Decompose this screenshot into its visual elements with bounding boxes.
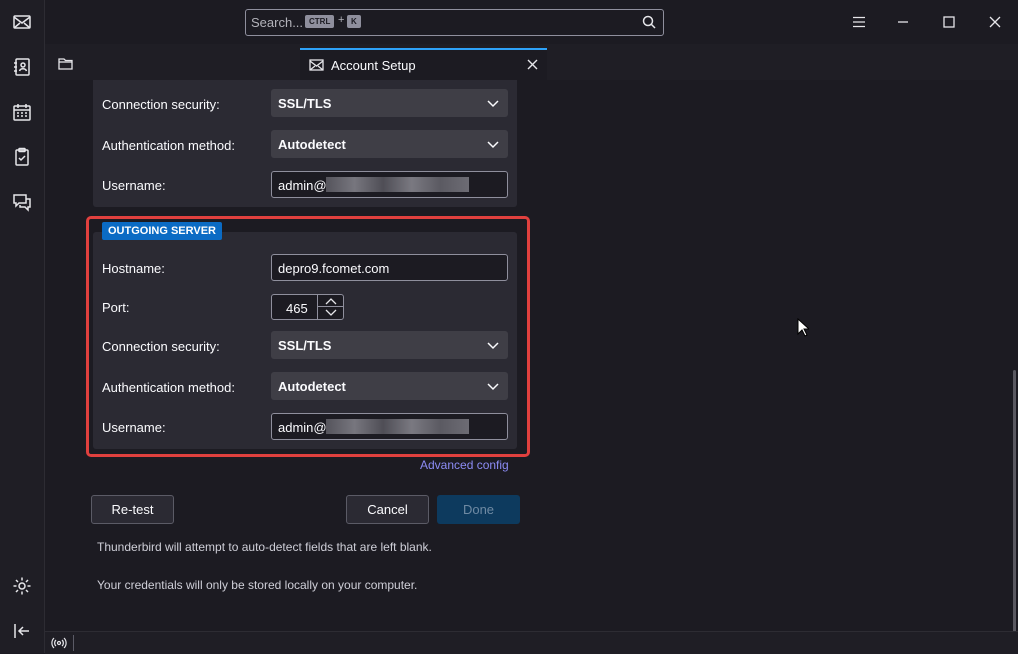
app-menu-icon[interactable] bbox=[845, 8, 873, 36]
tab-title: Account Setup bbox=[331, 58, 416, 73]
incoming-connection-security-select[interactable]: SSL/TLS bbox=[271, 89, 508, 117]
credentials-hint: Your credentials will only be stored loc… bbox=[97, 578, 418, 592]
incoming-username-field[interactable]: admin@ bbox=[271, 171, 508, 198]
calendar-icon[interactable] bbox=[8, 98, 36, 126]
mail-icon[interactable] bbox=[8, 8, 36, 36]
close-tab-icon[interactable] bbox=[527, 59, 538, 70]
outgoing-hostname-field[interactable]: depro9.fcomet.com bbox=[271, 254, 508, 281]
maximize-icon[interactable] bbox=[935, 8, 963, 36]
incoming-username-label: Username: bbox=[102, 178, 166, 193]
incoming-connection-security-label: Connection security: bbox=[102, 97, 220, 112]
retest-button[interactable]: Re-test bbox=[91, 495, 174, 524]
tasks-icon[interactable] bbox=[8, 143, 36, 171]
chevron-up-icon[interactable] bbox=[325, 297, 337, 305]
search-icon bbox=[642, 15, 656, 29]
outgoing-connection-security-label: Connection security: bbox=[102, 339, 220, 354]
outgoing-auth-method-value: Autodetect bbox=[278, 379, 346, 394]
outgoing-username-label: Username: bbox=[102, 420, 166, 435]
search-placeholder: Search... bbox=[251, 15, 304, 30]
outgoing-server-badge: OUTGOING SERVER bbox=[102, 222, 222, 240]
outgoing-auth-method-label: Authentication method: bbox=[102, 380, 235, 395]
minimize-icon[interactable] bbox=[889, 8, 917, 36]
shortcut-k-key: K bbox=[347, 15, 361, 28]
close-window-icon[interactable] bbox=[981, 8, 1009, 36]
redacted-blur bbox=[326, 419, 469, 434]
chevron-down-icon[interactable] bbox=[325, 309, 337, 317]
outgoing-auth-method-select[interactable]: Autodetect bbox=[271, 372, 508, 400]
advanced-config-link[interactable]: Advanced config bbox=[420, 458, 509, 472]
cancel-button[interactable]: Cancel bbox=[346, 495, 429, 524]
redacted-blur bbox=[326, 177, 469, 192]
shortcut-ctrl-key: CTRL bbox=[305, 15, 335, 28]
outgoing-connection-security-select[interactable]: SSL/TLS bbox=[271, 331, 508, 359]
port-spin-buttons bbox=[317, 295, 344, 319]
incoming-auth-method-label: Authentication method: bbox=[102, 138, 235, 153]
chevron-down-icon bbox=[487, 100, 499, 108]
autodetect-hint: Thunderbird will attempt to auto-detect … bbox=[97, 540, 432, 554]
incoming-connection-security-value: SSL/TLS bbox=[278, 96, 332, 111]
folder-tab-icon[interactable] bbox=[58, 57, 73, 70]
outgoing-port-value: 465 bbox=[286, 301, 308, 316]
collapse-spaces-icon[interactable] bbox=[8, 617, 36, 645]
spaces-toolbar bbox=[0, 0, 45, 653]
chevron-down-icon bbox=[487, 342, 499, 350]
mail-tab-icon bbox=[309, 59, 324, 71]
outgoing-port-label: Port: bbox=[102, 300, 130, 315]
outgoing-username-value: admin@ bbox=[278, 420, 327, 435]
status-bar bbox=[45, 631, 1018, 654]
outgoing-username-field[interactable]: admin@ bbox=[271, 413, 508, 440]
global-search-input[interactable]: Search... CTRL + K bbox=[245, 9, 664, 36]
incoming-auth-method-value: Autodetect bbox=[278, 137, 346, 152]
tab-account-setup[interactable]: Account Setup bbox=[300, 48, 547, 80]
chevron-down-icon bbox=[487, 383, 499, 391]
address-book-icon[interactable] bbox=[8, 53, 36, 81]
online-status-icon[interactable] bbox=[51, 636, 67, 650]
mouse-cursor-icon bbox=[797, 318, 809, 337]
outgoing-connection-security-value: SSL/TLS bbox=[278, 338, 332, 353]
chat-icon[interactable] bbox=[8, 188, 36, 216]
chevron-down-icon bbox=[487, 141, 499, 149]
incoming-auth-method-select[interactable]: Autodetect bbox=[271, 130, 508, 158]
outgoing-hostname-label: Hostname: bbox=[102, 261, 165, 276]
outgoing-port-stepper[interactable]: 465 bbox=[271, 294, 344, 320]
settings-gear-icon[interactable] bbox=[8, 572, 36, 600]
incoming-username-value: admin@ bbox=[278, 178, 327, 193]
done-button[interactable]: Done bbox=[437, 495, 520, 524]
outgoing-hostname-value: depro9.fcomet.com bbox=[278, 261, 390, 276]
shortcut-plus: + bbox=[338, 14, 345, 26]
content-scrollbar[interactable] bbox=[1013, 370, 1016, 632]
